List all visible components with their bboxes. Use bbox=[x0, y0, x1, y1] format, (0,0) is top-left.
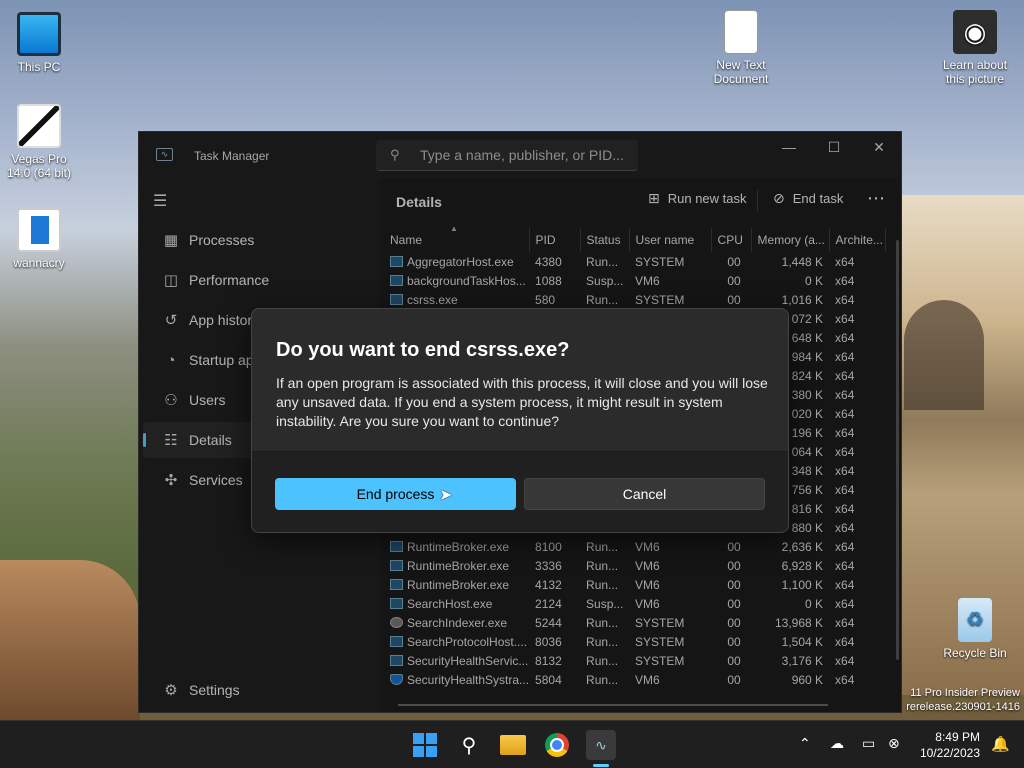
watermark-line-2: rerelease.230901-1416 bbox=[906, 701, 1020, 713]
end-process-button[interactable]: End process bbox=[275, 478, 516, 510]
task-manager-taskbar-icon[interactable]: ∿ bbox=[586, 730, 616, 760]
wallpaper-bridge-arch bbox=[904, 300, 984, 410]
clock-date: 10/22/2023 bbox=[919, 746, 980, 760]
desktop-icon-recycle-bin[interactable]: ♻ Recycle Bin bbox=[936, 598, 1014, 660]
chevron-up-icon[interactable]: ⌃ bbox=[799, 735, 811, 752]
text-document-icon bbox=[724, 10, 758, 54]
chrome-icon[interactable] bbox=[545, 733, 569, 757]
task-manager-chart-icon: ∿ bbox=[595, 736, 607, 753]
dialog-footer: End process Cancel bbox=[252, 451, 788, 532]
display-icon[interactable]: ▭ bbox=[862, 735, 875, 752]
desktop-icon-this-pc[interactable]: This PC bbox=[0, 12, 78, 74]
desktop-icon-vegas[interactable]: Vegas Pro 14.0 (64 bit) bbox=[0, 104, 78, 180]
notification-bell-icon[interactable]: 🔔 bbox=[991, 735, 1010, 753]
mouse-pointer-icon: ➤ bbox=[439, 487, 453, 504]
desktop-icon-label: This PC bbox=[17, 60, 61, 74]
taskbar-search-icon[interactable]: ⚲ bbox=[454, 730, 484, 760]
executable-icon bbox=[17, 208, 61, 252]
os-watermark: 11 Pro Insider Preview rerelease.230901-… bbox=[906, 686, 1020, 714]
cancel-button[interactable]: Cancel bbox=[524, 478, 765, 510]
vegas-pro-icon bbox=[17, 104, 61, 148]
monitor-icon bbox=[17, 12, 61, 56]
start-button[interactable] bbox=[410, 730, 440, 760]
desktop-icon-label: Vegas Pro 14.0 (64 bit) bbox=[6, 152, 72, 180]
dialog-message: If an open program is associated with th… bbox=[276, 375, 768, 429]
dialog-title: Do you want to end csrss.exe? bbox=[276, 339, 570, 361]
speaker-muted-icon[interactable]: ⊗ bbox=[888, 735, 900, 752]
taskbar: ⚲ ∿ ⌃ ☁ ▭ ⊗ 8:49 PM 10/22/2023 🔔 bbox=[0, 720, 1024, 768]
end-process-dialog: Do you want to end csrss.exe? If an open… bbox=[251, 308, 789, 533]
desktop-icon-label: New Text Document bbox=[713, 58, 769, 86]
wallpaper-cliff bbox=[0, 560, 140, 720]
clock-time: 8:49 PM bbox=[935, 730, 980, 744]
network-cloud-icon[interactable]: ☁ bbox=[830, 735, 844, 752]
recycle-bin-icon: ♻ bbox=[958, 598, 992, 642]
windows-logo-icon bbox=[413, 733, 437, 757]
desktop-icon-learn[interactable]: ◉ Learn about this picture bbox=[936, 10, 1014, 86]
system-clock[interactable]: 8:49 PM 10/22/2023 bbox=[920, 729, 980, 761]
desktop-icon-wannacry[interactable]: wannacry bbox=[0, 208, 78, 270]
desktop-icon-label: wannacry bbox=[13, 256, 65, 270]
desktop-icon-label: Recycle Bin bbox=[943, 646, 1007, 660]
running-app-indicator bbox=[593, 764, 609, 767]
file-explorer-icon[interactable] bbox=[500, 735, 526, 755]
camera-icon: ◉ bbox=[953, 10, 997, 54]
desktop-icon-new-text[interactable]: New Text Document bbox=[702, 10, 780, 86]
desktop-icon-label: Learn about this picture bbox=[942, 58, 1008, 86]
watermark-line-1: 11 Pro Insider Preview bbox=[910, 687, 1020, 699]
